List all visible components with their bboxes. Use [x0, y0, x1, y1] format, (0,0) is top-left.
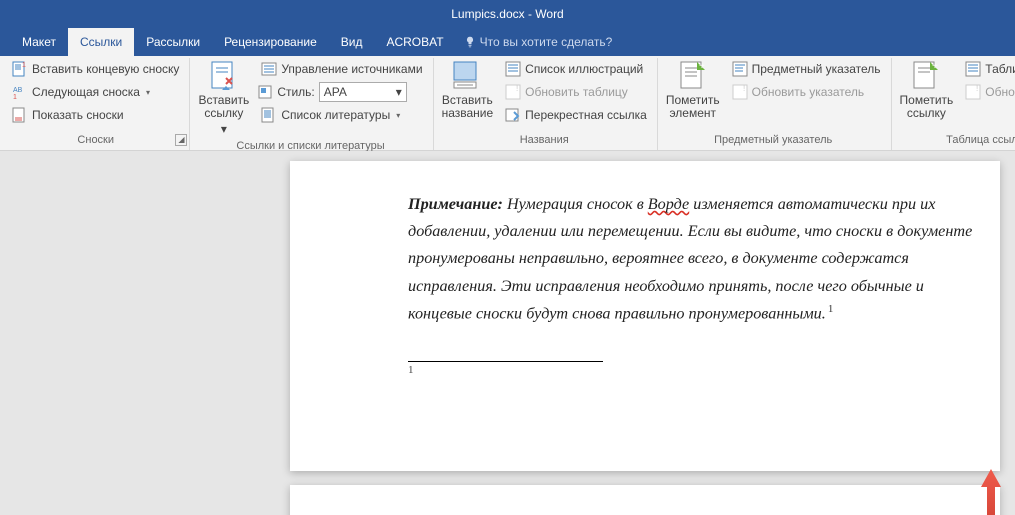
tell-me-search[interactable]: Что вы хотите сделать?: [464, 28, 613, 56]
insert-toa-button[interactable]: Таблица ссылок: [961, 58, 1015, 80]
citation-style-row: Стиль: APA ▾: [257, 81, 426, 103]
tab-layout[interactable]: Макет: [10, 28, 68, 56]
next-footnote-icon: AB1: [12, 84, 28, 100]
crossref-icon: [505, 107, 521, 123]
update-icon: !: [505, 84, 521, 100]
mark-entry-button[interactable]: + Пометить элемент: [662, 58, 724, 122]
style-icon: [257, 84, 273, 100]
mark-entry-icon: +: [677, 60, 709, 92]
lightbulb-icon: [464, 36, 476, 48]
bibliography-button[interactable]: Список литературы ▾: [257, 104, 426, 126]
update-toa-button[interactable]: ! Обновить табл: [961, 81, 1015, 103]
show-notes-button[interactable]: Показать сноски: [8, 104, 183, 126]
footnote-reference[interactable]: 1: [826, 303, 834, 315]
insert-index-button[interactable]: Предметный указатель: [728, 58, 885, 80]
note-label: Примечание:: [408, 195, 503, 213]
document-workspace: Примечание: Нумерация сносок в Ворде изм…: [0, 151, 1015, 515]
mark-citation-icon: +: [910, 60, 942, 92]
update-toa-icon: !: [965, 84, 981, 100]
mark-citation-button[interactable]: + Пометить ссылку: [896, 58, 958, 122]
update-index-button[interactable]: ! Обновить указатель: [728, 81, 885, 103]
insert-citation-button[interactable]: Вставить ссылку ▾: [194, 58, 253, 138]
group-toa: + Пометить ссылку Таблица ссылок ! Обнов…: [892, 58, 1015, 150]
document-paragraph[interactable]: Примечание: Нумерация сносок в Ворде изм…: [408, 191, 986, 327]
insert-caption-button[interactable]: Вставить название: [438, 58, 498, 122]
group-citations: Вставить ссылку ▾ Управление источниками…: [190, 58, 433, 150]
index-icon: [732, 61, 748, 77]
ribbon-tabbar: Макет Ссылки Рассылки Рецензирование Вид…: [0, 28, 1015, 56]
table-of-figures-button[interactable]: Список иллюстраций: [501, 58, 651, 80]
show-notes-icon: [12, 107, 28, 123]
group-captions: Вставить название Список иллюстраций ! О…: [434, 58, 658, 150]
svg-text:1: 1: [22, 62, 26, 69]
svg-text:AB: AB: [13, 87, 23, 94]
group-label-toa: Таблица ссылок: [896, 132, 1015, 150]
insert-citation-icon: [208, 60, 240, 92]
svg-text:1: 1: [13, 94, 17, 100]
tab-review[interactable]: Рецензирование: [212, 28, 329, 56]
footnote-number[interactable]: 1: [408, 362, 986, 376]
insert-endnote-button[interactable]: 1 Вставить концевую сноску: [8, 58, 183, 80]
group-label-captions: Названия: [438, 132, 651, 150]
endnote-icon: 1: [12, 61, 28, 77]
group-index: + Пометить элемент Предметный указатель …: [658, 58, 892, 150]
window-titlebar: Lumpics.docx - Word: [0, 0, 1015, 28]
update-index-icon: !: [732, 84, 748, 100]
spellcheck-word[interactable]: Ворде: [648, 195, 689, 213]
tab-acrobat[interactable]: ACROBAT: [374, 28, 455, 56]
svg-text:!: !: [743, 84, 745, 93]
caption-icon: [451, 60, 483, 92]
group-label-footnotes: Сноски: [8, 132, 183, 150]
svg-text:!: !: [516, 84, 518, 93]
style-label: Стиль:: [277, 85, 314, 99]
chevron-down-icon: ▾: [146, 88, 150, 97]
update-table-button[interactable]: ! Обновить таблицу: [501, 81, 651, 103]
group-footnotes: 1 Вставить концевую сноску AB1 Следующая…: [4, 58, 190, 150]
manage-sources-icon: [261, 61, 277, 77]
tab-view[interactable]: Вид: [329, 28, 375, 56]
tab-mailings[interactable]: Рассылки: [134, 28, 212, 56]
chevron-down-icon: ▾: [396, 85, 402, 99]
document-page[interactable]: Примечание: Нумерация сносок в Ворде изм…: [290, 161, 1000, 471]
group-label-index: Предметный указатель: [662, 132, 885, 150]
bibliography-icon: [261, 107, 277, 123]
cross-reference-button[interactable]: Перекрестная ссылка: [501, 104, 651, 126]
manage-sources-button[interactable]: Управление источниками: [257, 58, 426, 80]
ribbon: 1 Вставить концевую сноску AB1 Следующая…: [0, 56, 1015, 151]
chevron-down-icon: ▾: [396, 111, 400, 120]
svg-text:+: +: [932, 61, 938, 72]
citation-style-select[interactable]: APA ▾: [319, 82, 407, 102]
svg-text:+: +: [699, 61, 705, 72]
next-footnote-button[interactable]: AB1 Следующая сноска ▾: [8, 81, 183, 103]
chevron-down-icon: ▾: [221, 122, 227, 136]
tab-references[interactable]: Ссылки: [68, 28, 134, 56]
svg-text:!: !: [976, 84, 978, 93]
document-next-page[interactable]: [290, 485, 1000, 515]
toa-icon: [965, 61, 981, 77]
footnotes-dialog-launcher[interactable]: ◢: [175, 134, 187, 146]
tof-icon: [505, 61, 521, 77]
document-title: Lumpics.docx - Word: [451, 7, 563, 21]
